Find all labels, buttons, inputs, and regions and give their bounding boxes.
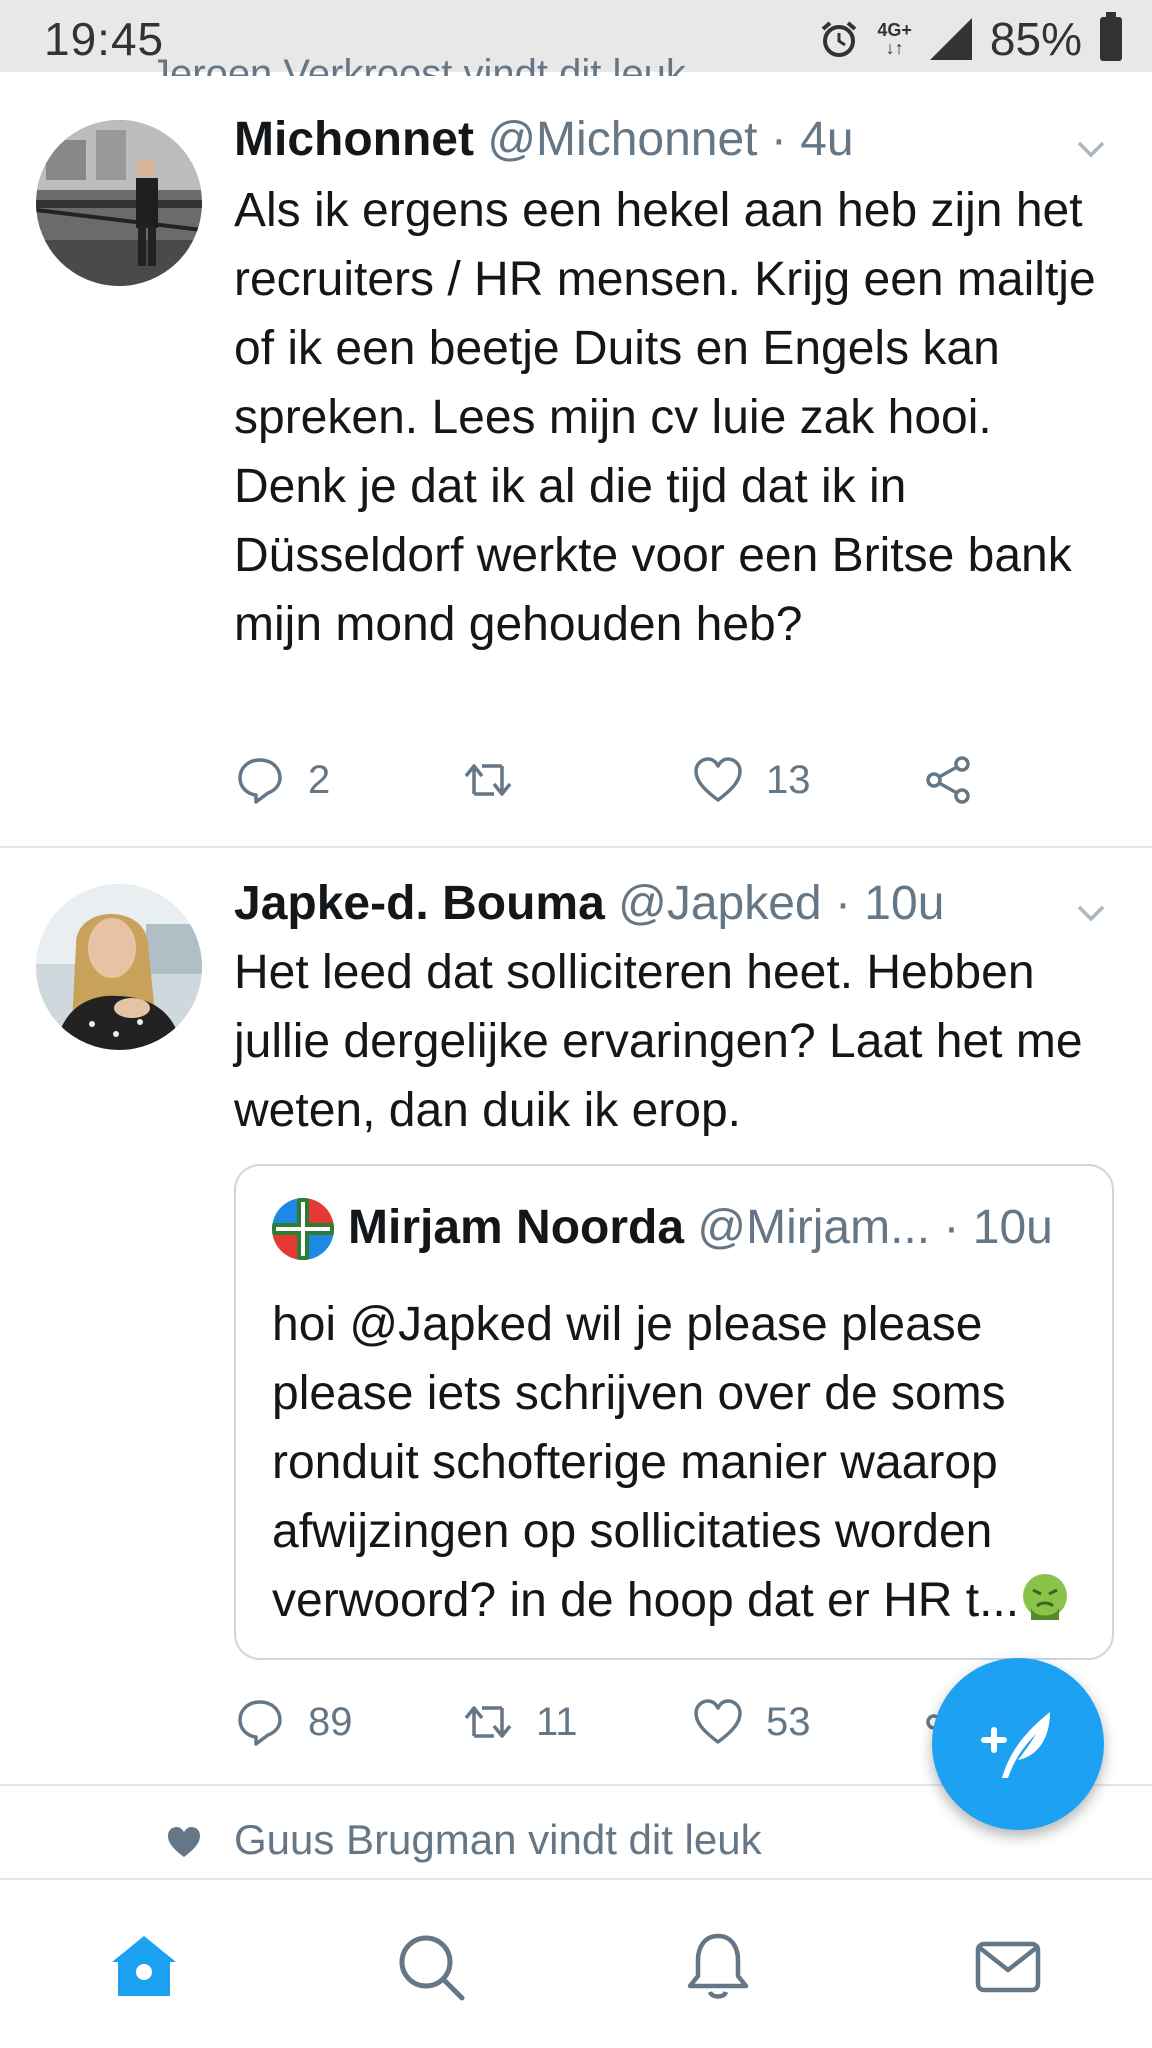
retweet-button[interactable]: 11 [462, 1696, 578, 1748]
user-handle[interactable]: @Japked [618, 877, 822, 930]
reply-icon [238, 1700, 282, 1746]
compose-tweet-icon [981, 1712, 1050, 1778]
quoted-tweet-body: hoi @Japked wil je please please please … [272, 1298, 1020, 1627]
tweet-text: Het leed dat solliciteren heet. Hebben j… [234, 946, 1083, 1137]
like-count: 53 [766, 1699, 811, 1744]
retweet-count: 11 [536, 1699, 578, 1744]
notifications-icon [687, 1933, 749, 1999]
heart-filled-icon [168, 1827, 200, 1857]
nauseated-face-emoji-icon [1023, 1574, 1068, 1620]
tweet-header: Japke-d. Bouma @Japked · 10u [234, 876, 944, 931]
social-context-text: Guus Brugman vindt dit leuk [234, 1816, 762, 1863]
tweet-actions: 89 11 53 [234, 1696, 1034, 1756]
tab-notifications[interactable] [682, 1930, 754, 2002]
quoted-user-handle[interactable]: @Mirjam... [697, 1201, 930, 1254]
tab-home[interactable] [108, 1930, 180, 2002]
separator: · [834, 877, 851, 930]
tab-search[interactable] [394, 1930, 466, 2002]
tweet-age: 10u [864, 877, 945, 930]
tweet-japked[interactable]: Japke-d. Bouma @Japked · 10u Het leed da… [0, 0, 1152, 1800]
chevron-down-icon[interactable] [1076, 898, 1106, 928]
retweet-icon [464, 1706, 512, 1738]
search-icon [399, 1935, 465, 2001]
home-icon [112, 1936, 176, 1996]
compose-tweet-button[interactable] [932, 1658, 1104, 1830]
quoted-tweet[interactable]: Mirjam Noorda @Mirjam... · 10u hoi @Japk… [234, 1164, 1114, 1660]
flag-avatar-icon [272, 1198, 334, 1260]
quoted-header: Mirjam Noorda @Mirjam... · 10u [348, 1200, 1053, 1255]
avatar-photo [36, 884, 202, 1050]
quoted-tweet-text: hoi @Japked wil je please please please … [272, 1290, 1092, 1635]
separator: · [943, 1201, 960, 1254]
reply-button[interactable]: 89 [234, 1696, 353, 1748]
avatar[interactable] [36, 884, 202, 1050]
reply-count: 89 [308, 1699, 353, 1744]
heart-icon [694, 1699, 742, 1744]
tab-messages[interactable] [972, 1930, 1044, 2002]
quoted-tweet-age: 10u [972, 1201, 1053, 1254]
messages-icon [975, 1941, 1041, 1993]
like-button[interactable]: 53 [692, 1696, 811, 1748]
quoted-avatar[interactable] [272, 1198, 334, 1260]
display-name[interactable]: Japke-d. Bouma [234, 877, 605, 930]
quoted-display-name[interactable]: Mirjam Noorda [348, 1201, 684, 1254]
bottom-tab-bar [0, 1878, 1152, 2048]
